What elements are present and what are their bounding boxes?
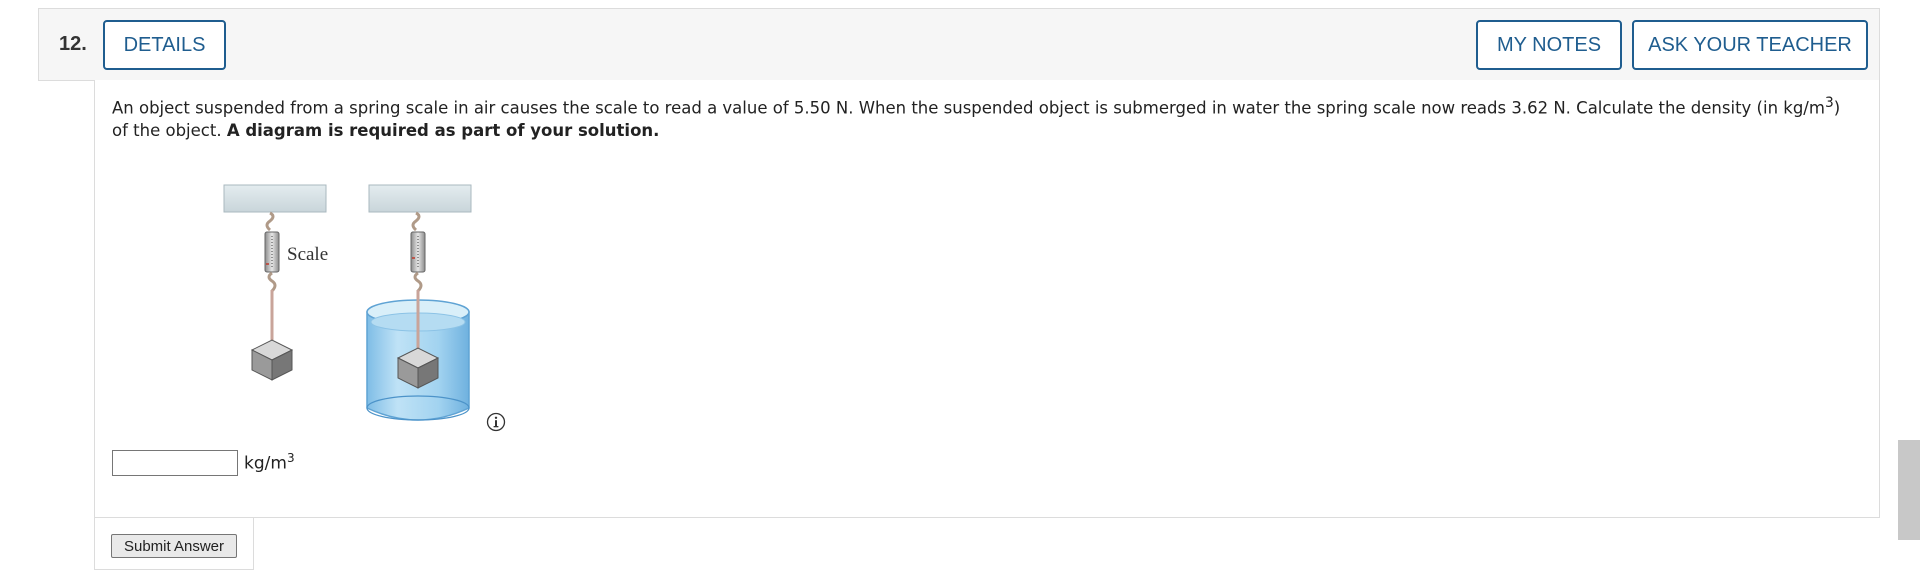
my-notes-button[interactable]: MY NOTES: [1476, 20, 1622, 70]
spring-scale-diagram: Scale: [223, 184, 472, 421]
question-text-exponent: 3: [1824, 95, 1834, 111]
ceiling-right: [368, 184, 472, 213]
air-setup: Scale: [223, 184, 328, 381]
diagram-required-note: A diagram is required as part of your so…: [226, 120, 660, 140]
scrollbar-thumb[interactable]: [1898, 440, 1920, 540]
info-icon[interactable]: [486, 412, 506, 432]
top-hook-right: [411, 211, 421, 232]
ceiling-left: [223, 184, 327, 213]
details-button[interactable]: DETAILS: [103, 20, 226, 70]
answer-unit: kg/m3: [244, 451, 295, 474]
question-text-main: An object suspended from a spring scale …: [112, 98, 1825, 118]
answer-input[interactable]: [112, 450, 238, 476]
ask-your-teacher-button[interactable]: ASK YOUR TEACHER: [1632, 20, 1868, 70]
submit-answer-button[interactable]: Submit Answer: [111, 534, 237, 558]
scale-label: Scale: [287, 244, 328, 265]
question-text: An object suspended from a spring scale …: [112, 92, 1852, 142]
answer-unit-base: kg/m: [244, 453, 287, 474]
bottom-hook-right: [413, 271, 423, 293]
cube-left: [250, 339, 294, 381]
answer-unit-exponent: 3: [286, 451, 295, 465]
water-setup: [366, 184, 472, 421]
question-number: 12.: [59, 33, 87, 55]
top-hook-left: [265, 211, 275, 232]
question-header: 12. DETAILS MY NOTES ASK YOUR TEACHER: [38, 8, 1880, 81]
bottom-hook-left: [267, 271, 277, 293]
